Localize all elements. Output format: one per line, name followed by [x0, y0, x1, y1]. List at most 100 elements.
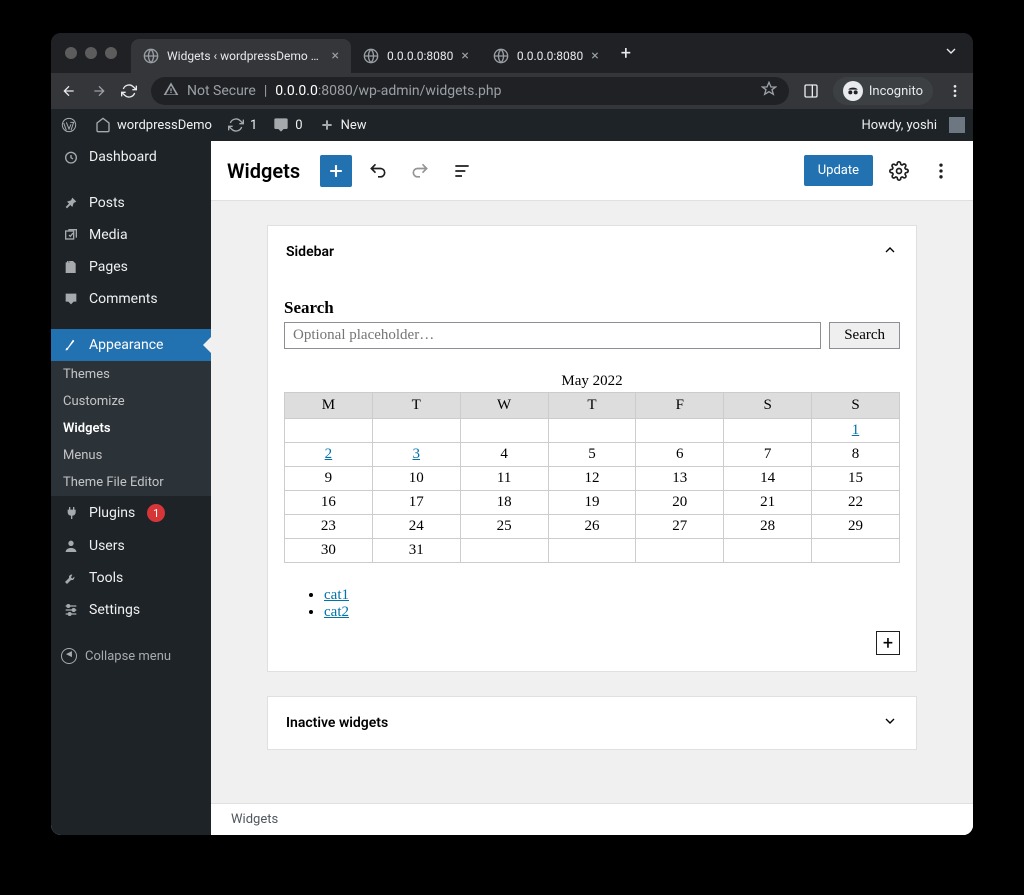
plugin-icon [61, 505, 81, 521]
tabs-overflow-button[interactable] [929, 43, 973, 63]
globe-icon [493, 48, 509, 64]
submenu-customize[interactable]: Customize [51, 388, 211, 415]
sidebar-item-plugins[interactable]: Plugins1 [51, 496, 211, 530]
wp-logo-button[interactable] [51, 109, 87, 141]
category-link[interactable]: cat2 [324, 604, 349, 620]
submenu-themes[interactable]: Themes [51, 361, 211, 388]
calendar-cell[interactable]: 1 [812, 419, 900, 443]
sidebar-item-tools[interactable]: Tools [51, 562, 211, 594]
window-minimize[interactable] [85, 47, 97, 59]
options-button[interactable] [925, 155, 957, 187]
breadcrumb[interactable]: Widgets [231, 812, 278, 827]
calendar-widget[interactable]: May 2022 MTWTFSS 12345678910111213141516… [284, 373, 900, 563]
calendar-cell [460, 419, 548, 443]
close-icon[interactable]: × [461, 48, 468, 64]
close-icon[interactable]: × [591, 48, 598, 64]
window-zoom[interactable] [105, 47, 117, 59]
address-row: Not Secure | 0.0.0.0:8080/wp-admin/widge… [51, 73, 973, 109]
calendar-day-link[interactable]: 1 [852, 422, 860, 438]
editor-header: Widgets Update [211, 141, 973, 201]
collapse-menu-button[interactable]: ◄Collapse menu [51, 640, 211, 672]
calendar-day-link[interactable]: 3 [413, 446, 421, 462]
submenu-menus[interactable]: Menus [51, 442, 211, 469]
sidebar-item-media[interactable]: Media [51, 219, 211, 251]
new-content-button[interactable]: New [311, 109, 375, 141]
tab-title: 0.0.0.0:8080 [517, 49, 583, 63]
calendar-cell: 29 [812, 515, 900, 539]
sidebar-item-dashboard[interactable]: Dashboard [51, 141, 211, 173]
wp-body: Dashboard Posts Media Pages Comments App… [51, 141, 973, 835]
updates-button[interactable]: 1 [220, 109, 265, 141]
sidebar-item-appearance[interactable]: Appearance [51, 329, 211, 361]
collapse-label: Collapse menu [85, 649, 171, 664]
account-button[interactable]: Howdy, yoshi [853, 117, 973, 133]
comments-button[interactable]: 0 [265, 109, 310, 141]
editor-canvas: Sidebar Search Search [211, 201, 973, 803]
nav-forward-button[interactable] [91, 83, 107, 99]
calendar-cell[interactable]: 2 [285, 443, 373, 467]
sidebar-item-posts[interactable]: Posts [51, 187, 211, 219]
add-block-inline-button[interactable]: + [876, 631, 900, 655]
calendar-cell [724, 539, 812, 563]
sidebar-item-comments[interactable]: Comments [51, 283, 211, 315]
browser-menu-button[interactable] [947, 83, 963, 99]
sidebar-item-label: Comments [89, 291, 158, 307]
nav-back-button[interactable] [61, 83, 77, 99]
list-view-button[interactable] [446, 155, 478, 187]
categories-widget[interactable]: cat1cat2 [284, 587, 900, 621]
category-link[interactable]: cat1 [324, 587, 349, 603]
calendar-cell: 30 [285, 539, 373, 563]
sidebar-item-pages[interactable]: Pages [51, 251, 211, 283]
sidebar-item-settings[interactable]: Settings [51, 594, 211, 626]
browser-tab[interactable]: 0.0.0.0:8080 × [481, 39, 611, 73]
browser-tab[interactable]: 0.0.0.0:8080 × [351, 39, 481, 73]
redo-button[interactable] [404, 155, 436, 187]
widget-area-body: Search Search May 2022 MTWTFSS [268, 278, 916, 671]
settings-button[interactable] [883, 155, 915, 187]
add-block-button[interactable] [320, 155, 352, 187]
calendar-cell: 21 [724, 491, 812, 515]
calendar-table: MTWTFSS 12345678910111213141516171819202… [284, 392, 900, 563]
browser-tab[interactable]: Widgets ‹ wordpressDemo — W × [131, 39, 351, 73]
calendar-day-link[interactable]: 2 [325, 446, 333, 462]
sidebar-item-label: Settings [89, 602, 140, 618]
panel-icon[interactable] [803, 83, 819, 99]
address-bar[interactable]: Not Secure | 0.0.0.0:8080/wp-admin/widge… [151, 77, 789, 105]
update-icon [228, 117, 244, 133]
undo-button[interactable] [362, 155, 394, 187]
incognito-badge[interactable]: Incognito [833, 77, 933, 105]
update-button[interactable]: Update [804, 155, 873, 186]
widget-area-toggle[interactable]: Sidebar [268, 226, 916, 278]
nav-reload-button[interactable] [121, 83, 137, 99]
sidebar-item-label: Plugins [89, 505, 135, 521]
calendar-day-header: M [285, 393, 373, 419]
widget-area-toggle[interactable]: Inactive widgets [268, 697, 916, 749]
avatar [949, 117, 965, 133]
calendar-cell[interactable]: 3 [372, 443, 460, 467]
calendar-day-header: F [636, 393, 724, 419]
calendar-cell [285, 419, 373, 443]
submenu-theme-file-editor[interactable]: Theme File Editor [51, 469, 211, 496]
window-close[interactable] [65, 47, 77, 59]
bookmark-icon[interactable] [761, 81, 777, 101]
sidebar-item-label: Media [89, 227, 128, 243]
updates-count: 1 [250, 118, 257, 133]
sidebar-item-users[interactable]: Users [51, 530, 211, 562]
search-button[interactable]: Search [829, 322, 900, 349]
search-input[interactable] [284, 322, 821, 349]
close-icon[interactable]: × [332, 48, 339, 64]
pin-icon [61, 195, 81, 211]
submenu-widgets[interactable]: Widgets [51, 415, 211, 442]
tab-title: Widgets ‹ wordpressDemo — W [167, 49, 324, 63]
globe-icon [363, 48, 379, 64]
calendar-cell [724, 419, 812, 443]
chevron-up-icon [882, 242, 898, 262]
site-name-button[interactable]: wordpressDemo [87, 109, 220, 141]
search-widget[interactable]: Search Search [284, 298, 900, 349]
greeting-label: Howdy, yoshi [861, 118, 937, 133]
sidebar-item-label: Appearance [89, 337, 163, 353]
widget-area-inactive: Inactive widgets [267, 696, 917, 750]
calendar-cell: 14 [724, 467, 812, 491]
calendar-cell [460, 539, 548, 563]
new-tab-button[interactable]: + [611, 43, 641, 64]
